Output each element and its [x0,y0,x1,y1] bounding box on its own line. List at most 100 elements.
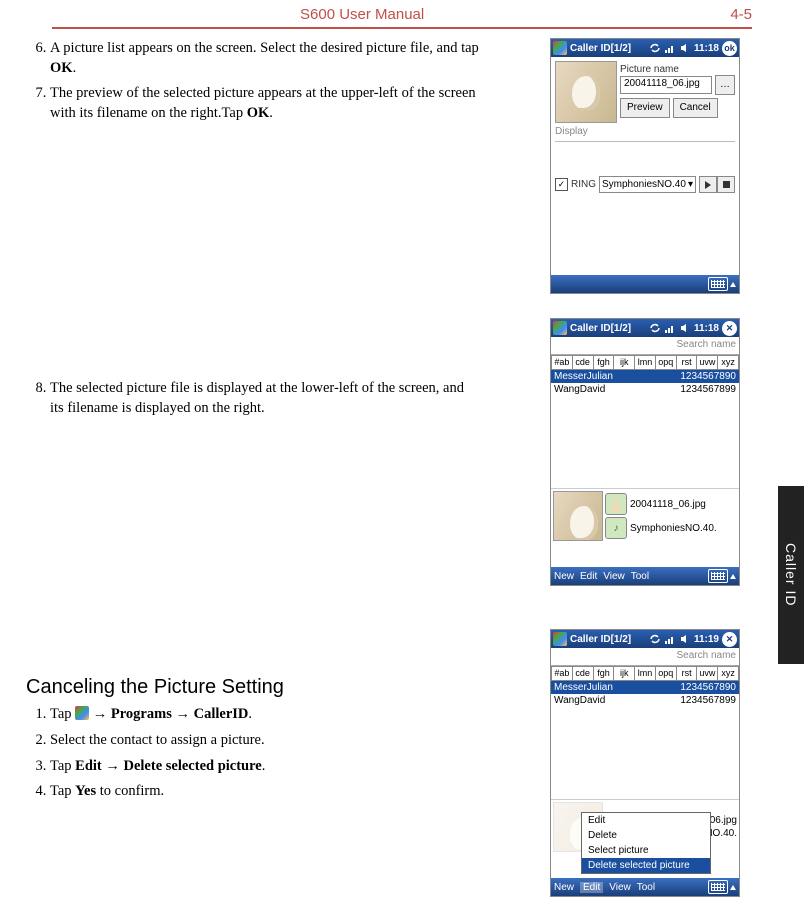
clock: 11:19 [694,634,719,645]
cancel-button[interactable]: Cancel [673,98,718,118]
app-title: Caller ID[1/2] [570,634,631,645]
sip-arrow-icon[interactable] [730,885,736,890]
close-button[interactable]: ✕ [722,632,737,647]
menu-tool[interactable]: Tool [631,571,649,582]
contact-list[interactable]: MesserJulian1234567890WangDavid123456789… [551,681,739,799]
sync-icon [649,42,661,54]
picture-name-label: Picture name [620,64,735,75]
ctx-item[interactable]: Edit [582,813,710,828]
alpha-tab[interactable]: lmn [635,666,656,681]
menu-new[interactable]: New [554,882,574,893]
signal-icon [664,322,676,334]
alpha-tab[interactable]: cde [573,355,594,370]
context-menu[interactable]: EditDeleteSelect pictureDelete selected … [581,812,711,874]
clock: 11:18 [694,43,719,54]
alpha-tab[interactable]: uvw [697,666,718,681]
manual-title: S600 User Manual [300,6,424,23]
step-7: The preview of the selected picture appe… [50,84,480,123]
contact-row[interactable]: WangDavid1234567899 [551,383,739,396]
display-label: Display [555,126,735,137]
menu-edit[interactable]: Edit [580,571,597,582]
alpha-tab[interactable]: opq [656,355,677,370]
sip-arrow-icon[interactable] [730,282,736,287]
contact-list[interactable]: MesserJulian1234567890WangDavid123456789… [551,370,739,488]
alpha-tab[interactable]: xyz [718,355,739,370]
start-icon[interactable] [553,41,567,55]
search-input[interactable]: Search name [551,337,739,354]
ctx-item[interactable]: Delete [582,828,710,843]
picture-thumbnail [555,61,617,123]
start-icon[interactable] [553,321,567,335]
sync-icon [649,633,661,645]
titlebar: Caller ID[1/2] 11:18 ok [551,39,739,57]
titlebar: Caller ID[1/2] 11:19 ✕ [551,630,739,648]
page-header: S600 User Manual 4-5 [0,0,804,23]
ctx-item[interactable]: Delete selected picture [582,858,710,873]
alpha-tab[interactable]: xyz [718,666,739,681]
alpha-tab[interactable]: ijk [614,666,635,681]
app-title: Caller ID[1/2] [570,323,631,334]
stop-button[interactable] [717,176,735,193]
ctx-item[interactable]: Select picture [582,843,710,858]
ring-checkbox[interactable]: ✓ [555,178,568,191]
clock: 11:18 [694,323,719,334]
sync-icon [649,322,661,334]
volume-icon [679,322,691,334]
page-number: 4-5 [730,6,752,23]
menu-tool[interactable]: Tool [637,882,655,893]
search-input[interactable]: Search name [551,648,739,665]
alpha-tab[interactable]: lmn [635,355,656,370]
contact-row[interactable]: MesserJulian1234567890 [551,681,739,694]
selected-ring-name: SymphoniesNO.40. [630,523,717,534]
app-title: Caller ID[1/2] [570,43,631,54]
close-button[interactable]: ✕ [722,321,737,336]
alpha-tab[interactable]: opq [656,666,677,681]
ok-button[interactable]: ok [722,41,737,56]
volume-icon [679,42,691,54]
signal-icon [664,633,676,645]
titlebar: Caller ID[1/2] 11:18 ✕ [551,319,739,337]
step-c-3: Tap Edit → Delete selected picture. [50,757,480,777]
alpha-tab[interactable]: uvw [697,355,718,370]
steps-list-a: A picture list appears on the screen. Se… [22,39,480,123]
steps-list-b: The selected picture file is displayed a… [22,379,480,418]
alpha-tab[interactable]: #ab [551,355,573,370]
face-icon [605,493,627,515]
menu-bar: New Edit View Tool [551,878,739,896]
pic-name-partial: 06.jpg [710,815,737,826]
volume-icon [679,633,691,645]
alpha-tab[interactable]: rst [677,666,698,681]
alpha-tab[interactable]: rst [677,355,698,370]
menu-edit[interactable]: Edit [580,882,603,893]
screenshot-list: Caller ID[1/2] 11:18 ✕ Search name #abcd… [550,318,740,586]
menu-new[interactable]: New [554,571,574,582]
start-menu-icon [75,706,89,720]
start-icon[interactable] [553,632,567,646]
browse-button[interactable]: … [715,75,735,95]
keyboard-icon[interactable] [708,277,728,291]
step-6: A picture list appears on the screen. Se… [50,39,480,78]
preview-button[interactable]: Preview [620,98,670,118]
alpha-tab[interactable]: fgh [594,355,615,370]
contact-row[interactable]: WangDavid1234567899 [551,694,739,707]
alpha-tab[interactable]: cde [573,666,594,681]
sip-arrow-icon[interactable] [730,574,736,579]
signal-icon [664,42,676,54]
ring-select[interactable]: SymphoniesNO.40▾ [599,176,696,193]
steps-list-c: Tap → Programs → CallerID.Select the con… [22,705,480,801]
menu-bar: New Edit View Tool [551,567,739,585]
selected-pic-name: 20041118_06.jpg [630,499,706,510]
keyboard-icon[interactable] [708,880,728,894]
alpha-tabs[interactable]: #abcdefghijklmnopqrstuvwxyz [551,666,739,681]
menu-view[interactable]: View [603,571,625,582]
alpha-tab[interactable]: #ab [551,666,573,681]
picture-name-field[interactable]: 20041118_06.jpg [620,76,712,94]
play-button[interactable] [699,176,717,193]
alpha-tabs[interactable]: #abcdefghijklmnopqrstuvwxyz [551,355,739,370]
alpha-tab[interactable]: ijk [614,355,635,370]
keyboard-icon[interactable] [708,569,728,583]
alpha-tab[interactable]: fgh [594,666,615,681]
menu-view[interactable]: View [609,882,631,893]
screenshot-context-menu: Caller ID[1/2] 11:19 ✕ Search name #abcd… [550,629,740,897]
contact-row[interactable]: MesserJulian1234567890 [551,370,739,383]
